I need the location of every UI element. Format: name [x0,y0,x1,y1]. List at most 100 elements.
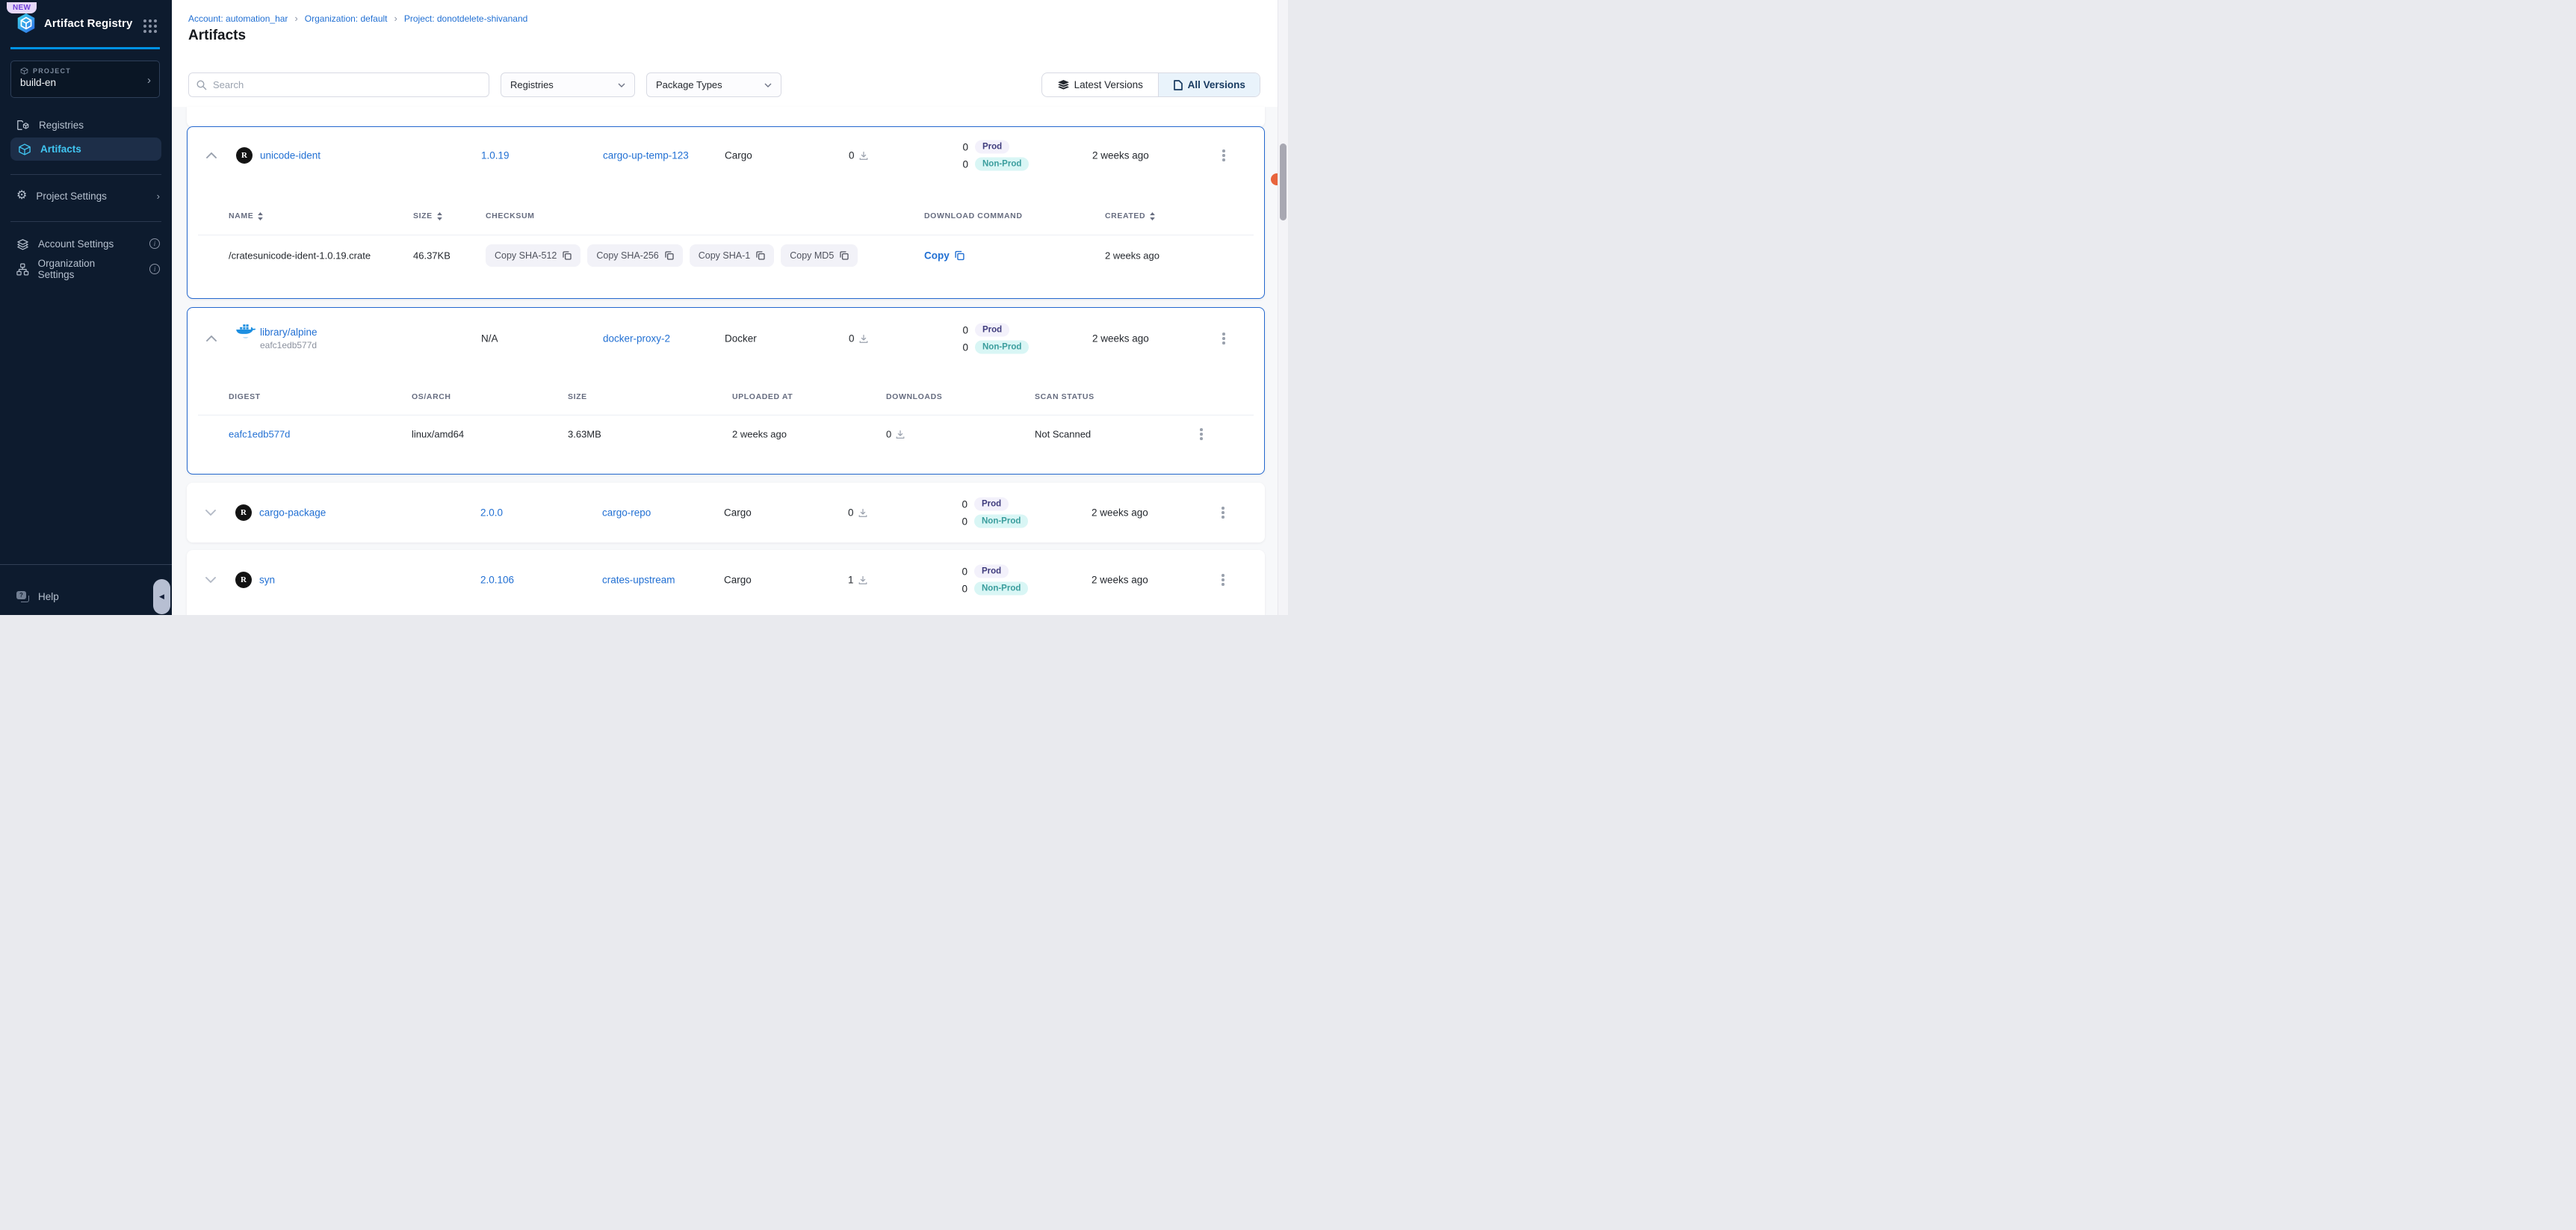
chevron-right-icon: › [294,13,297,24]
package-types-filter-dropdown[interactable]: Package Types [646,72,781,97]
project-selector[interactable]: PROJECT build-en › [10,61,160,98]
versions-toggle: Latest Versions All Versions [1041,72,1260,97]
column-header-size[interactable]: SIZE [413,211,442,220]
cargo-package-icon: R [235,572,252,588]
copy-sha512-button[interactable]: Copy SHA-512 [486,244,580,267]
copy-md5-button[interactable]: Copy MD5 [781,244,858,267]
app-switcher-icon[interactable] [143,19,157,33]
created-date: 2 weeks ago [1092,150,1149,161]
all-versions-button[interactable]: All Versions [1159,73,1260,96]
artifact-repository-link[interactable]: cargo-up-temp-123 [603,150,689,161]
file-name: /cratesunicode-ident-1.0.19.crate [229,250,371,262]
project-cube-icon [20,67,28,75]
sidebar-item-registries[interactable]: Registries [0,112,172,137]
artifact-repository-link[interactable]: docker-proxy-2 [603,333,670,344]
collapse-row-button[interactable] [202,330,220,347]
page-title: Artifacts [188,28,246,44]
column-header-created[interactable]: CREATED [1105,211,1155,220]
artifact-card-unicode-ident: R unicode-ident 1.0.19 cargo-up-temp-123… [187,126,1265,299]
scrollbar-track[interactable] [1278,0,1288,615]
column-header-size: SIZE [568,392,587,401]
search-icon [196,80,207,90]
breadcrumb-account-link[interactable]: Account: automation_har [188,13,288,24]
chevron-down-icon [764,83,772,87]
registries-filter-dropdown[interactable]: Registries [501,72,635,97]
prod-count: 0 [961,324,968,336]
digest-menu-button[interactable] [1193,425,1210,443]
environment-badges: 0Prod 0Non-Prod [960,498,1028,528]
os-arch: linux/amd64 [412,429,464,440]
sidebar: NEW Artifact Registry PROJECT build-en ›… [0,0,172,615]
sidebar-item-organization-settings[interactable]: Organization Settings i [0,256,172,282]
sort-icon[interactable] [437,212,442,220]
nonprod-badge: Non-Prod [974,515,1028,528]
created-date: 2 weeks ago [1092,575,1148,586]
sidebar-item-account-settings[interactable]: Account Settings i [0,231,172,256]
artifact-name-link[interactable]: unicode-ident [260,150,321,161]
uploaded-at: 2 weeks ago [732,429,787,440]
breadcrumb-organization-link[interactable]: Organization: default [305,13,388,24]
artifact-repository-link[interactable]: crates-upstream [602,575,675,586]
artifact-card-syn: R syn 2.0.106 crates-upstream Cargo 1 0P… [187,550,1265,615]
sort-icon[interactable] [1150,212,1155,220]
copy-download-command-link[interactable]: Copy [924,250,965,262]
artifact-repository-link[interactable]: cargo-repo [602,507,651,519]
expand-row-button[interactable] [202,571,220,589]
row-menu-button[interactable] [1215,571,1231,589]
image-size: 3.63MB [568,429,601,440]
chevron-up-icon [206,336,217,342]
sidebar-collapse-button[interactable]: ◀ [153,579,170,614]
prod-count: 0 [960,566,967,577]
nonprod-badge: Non-Prod [975,158,1029,171]
copy-icon [840,251,849,260]
artifact-version-link[interactable]: 1.0.19 [481,150,510,161]
row-menu-button[interactable] [1215,504,1231,522]
info-icon[interactable]: i [149,264,160,274]
package-types-filter-label: Package Types [656,79,722,90]
sidebar-item-project-settings[interactable]: ⚙ Project Settings › [0,183,172,208]
artifact-version: N/A [481,333,498,344]
copy-sha256-button[interactable]: Copy SHA-256 [587,244,682,267]
digest-row: eafc1edb577d linux/amd64 3.63MB 2 weeks … [188,415,1264,454]
expand-row-button[interactable] [202,504,220,522]
download-icon [896,430,905,439]
sidebar-divider [0,564,172,565]
breadcrumb-project-link[interactable]: Project: donotdelete-shivanand [404,13,527,24]
scrollbar-thumb[interactable] [1280,143,1287,220]
sidebar-item-artifacts[interactable]: Artifacts [10,137,161,161]
download-icon [858,575,867,584]
latest-versions-label: Latest Versions [1074,79,1143,90]
search-input[interactable] [213,79,481,90]
info-icon[interactable]: i [149,238,160,249]
package-type: Cargo [725,150,752,161]
registries-filter-label: Registries [510,79,554,90]
prod-count: 0 [960,498,967,510]
sidebar-item-label: Artifacts [40,143,81,155]
document-icon [1174,80,1183,90]
row-menu-button[interactable] [1216,330,1232,347]
file-row: /cratesunicode-ident-1.0.19.crate 46.37K… [188,235,1264,276]
chevron-right-icon: › [157,191,160,202]
digest-link[interactable]: eafc1edb577d [229,429,290,440]
chevron-up-icon [206,152,217,158]
chevron-down-icon [205,577,216,583]
artifact-version-link[interactable]: 2.0.0 [480,507,503,519]
artifact-version-link[interactable]: 2.0.106 [480,575,514,586]
collapse-row-button[interactable] [202,146,220,164]
row-menu-button[interactable] [1216,146,1232,164]
breadcrumb: Account: automation_har › Organization: … [188,13,527,24]
column-header-name[interactable]: NAME [229,211,263,220]
copy-sha1-button[interactable]: Copy SHA-1 [690,244,774,267]
latest-versions-button[interactable]: Latest Versions [1042,73,1159,96]
sidebar-item-help[interactable]: ? Help [0,584,172,609]
copy-icon [563,251,572,260]
artifact-name-link[interactable]: library/alpine [260,327,318,338]
artifact-name-link[interactable]: syn [259,575,275,586]
column-header-digest: DIGEST [229,392,261,401]
nonprod-badge: Non-Prod [975,341,1029,354]
nonprod-badge: Non-Prod [974,582,1028,596]
artifact-name-link[interactable]: cargo-package [259,507,326,519]
sort-icon[interactable] [258,212,263,220]
digest-downloads-count: 0 [886,429,891,440]
artifact-card-library-alpine: library/alpine eafc1edb577d N/A docker-p… [187,307,1265,475]
